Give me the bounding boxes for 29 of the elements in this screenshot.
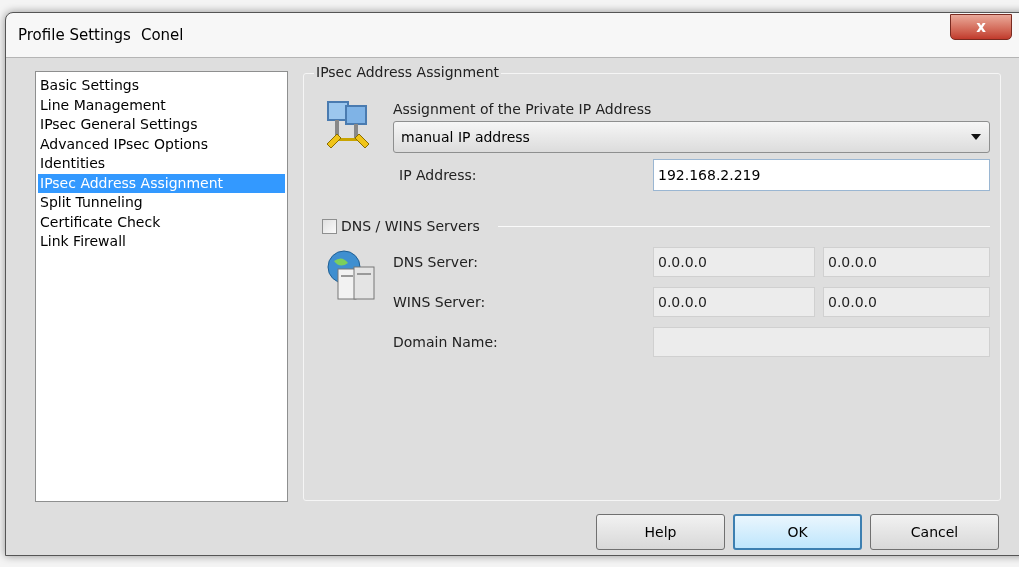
assignment-dropdown[interactable]: manual IP address xyxy=(393,121,990,153)
checkbox-label: DNS / WINS Servers xyxy=(341,217,480,236)
server-address-field[interactable]: 0.0.0.0 xyxy=(823,287,990,317)
field-label: DNS Server: xyxy=(393,252,479,272)
server-address-field[interactable]: 0.0.0.0 xyxy=(823,247,990,277)
settings-list-item[interactable]: Advanced IPsec Options xyxy=(38,134,285,154)
settings-list-item[interactable]: Identities xyxy=(38,154,285,174)
field-label: Assignment of the Private IP Address xyxy=(393,100,653,118)
ip-address-field[interactable]: 192.168.2.219 xyxy=(653,159,990,191)
field-label: IP Address: xyxy=(399,165,478,185)
globe-server-icon xyxy=(325,249,378,303)
window-title: Profile Settings xyxy=(18,24,131,46)
settings-list-item[interactable]: IPsec General Settings xyxy=(38,115,285,135)
checkbox[interactable] xyxy=(322,219,337,234)
settings-list-item[interactable]: Line Management xyxy=(38,95,285,115)
settings-list-item[interactable]: Split Tunneling xyxy=(38,193,285,213)
dropdown-arrow-icon xyxy=(971,134,981,140)
settings-list-item[interactable]: Link Firewall xyxy=(38,232,285,252)
server-address-field[interactable]: 0.0.0.0 xyxy=(653,287,815,317)
field-label: WINS Server: xyxy=(393,292,487,312)
settings-list-item[interactable]: Certificate Check xyxy=(38,212,285,232)
server-address-field[interactable]: 0.0.0.0 xyxy=(653,247,815,277)
settings-list-item[interactable]: Basic Settings xyxy=(38,76,285,96)
dialog-button[interactable]: Cancel xyxy=(870,514,999,550)
field-label: Domain Name: xyxy=(393,332,499,352)
dialog-button[interactable]: OK xyxy=(733,514,862,550)
dialog-button[interactable]: Help xyxy=(596,514,725,550)
profile-name: Conel xyxy=(140,24,184,46)
domain-name-field[interactable] xyxy=(653,327,990,357)
